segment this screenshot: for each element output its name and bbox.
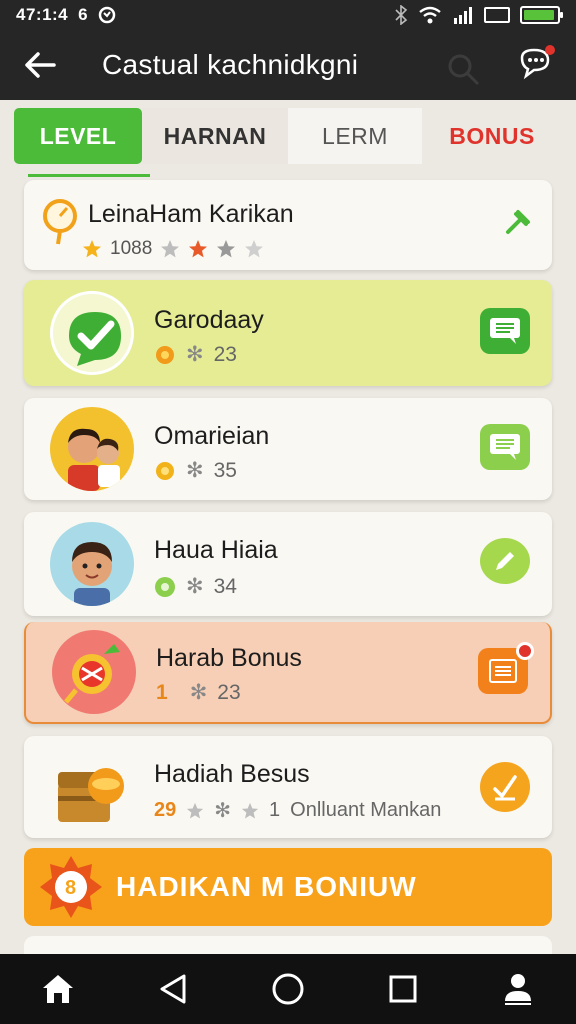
status-bar: 47:1:4 6 — [0, 0, 576, 30]
avatar-pair-icon — [50, 407, 134, 491]
app-bar: Castual kachnidkgni — [0, 30, 576, 100]
item-name: Garodaay — [154, 306, 264, 334]
item-name: Haua Hiaia — [154, 536, 278, 564]
star-icon — [189, 240, 208, 258]
header-card-score: 1088 — [110, 238, 153, 259]
item-count: 23 — [217, 680, 241, 704]
back-button[interactable] — [0, 30, 80, 100]
back-nav-button[interactable] — [143, 959, 203, 1019]
header-card[interactable]: LeinaHam Karikan 1088 — [24, 180, 552, 270]
star-icon — [83, 240, 101, 258]
gear-badge-icon — [156, 461, 174, 480]
sparkle-icon: ✻ — [189, 681, 208, 704]
home-nav-button[interactable] — [258, 959, 318, 1019]
home-circle-icon — [272, 973, 304, 1005]
profile-button[interactable] — [488, 959, 548, 1019]
home-icon — [42, 975, 73, 1003]
message-icon — [489, 659, 517, 683]
item-extra: Onlluant Mankan — [290, 799, 442, 821]
list-item[interactable]: Haua Hiaia ✻ 34 — [24, 512, 552, 616]
sparkle-icon: ✻ — [186, 343, 204, 366]
item-name: Hadiah Besus — [154, 760, 310, 788]
header-card-title: LeinaHam Karikan — [88, 200, 294, 228]
bonus-banner[interactable]: 8 HADIKAN M BONIUW — [24, 848, 552, 926]
status-extra: 6 — [78, 5, 88, 24]
notification-dot — [516, 642, 534, 660]
item-count: 35 — [213, 458, 237, 482]
back-arrow-icon — [25, 52, 56, 78]
list-item[interactable]: Hadiah Besus 29 ✻ 1 Onlluant Mankan — [24, 736, 552, 838]
chat-bubble-icon[interactable] — [516, 44, 556, 84]
sparkle-icon: ✻ — [186, 459, 204, 482]
active-tab-indicator — [28, 174, 150, 177]
banner-badge-number: 8 — [65, 877, 77, 899]
recents-button[interactable] — [373, 959, 433, 1019]
sparkle-icon: ✻ — [186, 575, 204, 598]
star-icon — [241, 802, 259, 819]
stopwatch-icon — [43, 199, 77, 245]
claim-button[interactable] — [480, 762, 530, 812]
message-button[interactable] — [478, 642, 534, 694]
star-icon — [187, 802, 204, 819]
search-icon[interactable] — [444, 50, 484, 90]
sun-badge-icon: 8 — [40, 856, 102, 918]
message-icon — [490, 434, 520, 460]
sparkle-icon: ✻ — [214, 800, 232, 822]
item-count: 1 — [269, 799, 281, 821]
back-triangle-icon — [160, 974, 186, 1004]
tab-bar: LEVEL HARNAN LERM BONUS — [14, 108, 562, 164]
item-prefix: 29 — [154, 799, 177, 821]
message-button[interactable] — [480, 308, 530, 354]
tab-level[interactable]: LEVEL — [14, 108, 142, 164]
pencil-icon — [496, 552, 514, 570]
window-icon — [484, 7, 510, 23]
signal-icon — [454, 7, 472, 24]
battery-icon — [520, 6, 563, 24]
tab-lerm[interactable]: LERM — [288, 108, 422, 164]
message-button[interactable] — [480, 424, 530, 470]
bluetooth-icon — [395, 5, 408, 25]
item-count: 34 — [213, 574, 237, 598]
banner-label: HADIKAN M BONIUW — [116, 871, 417, 902]
message-icon — [490, 318, 520, 344]
item-prefix: 1 — [156, 680, 168, 704]
star-icon — [245, 240, 264, 258]
item-count: 23 — [213, 342, 237, 366]
sword-check-icon — [493, 775, 517, 801]
avatar-boy-icon — [50, 522, 134, 606]
ring-badge-icon — [155, 576, 175, 597]
wifi-icon — [419, 6, 441, 24]
item-name: Harab Bonus — [156, 644, 302, 672]
candy-icon — [52, 630, 136, 714]
page-title: Castual kachnidkgni — [102, 49, 359, 80]
treasure-chest-icon — [50, 744, 134, 828]
tab-harnan[interactable]: HARNAN — [142, 108, 288, 164]
item-name: Omarieian — [154, 422, 270, 450]
star-icon — [217, 240, 236, 258]
profile-icon — [505, 974, 532, 1005]
status-time: 47:1:4 — [16, 5, 69, 24]
checkmark-chat-icon — [50, 291, 134, 375]
sync-icon — [98, 6, 115, 24]
list-item[interactable]: Garodaay ✻ 23 — [24, 280, 552, 386]
list-item[interactable]: Harab Bonus 1 ✻ 23 — [24, 622, 552, 724]
recents-square-icon — [389, 975, 417, 1003]
home-button[interactable] — [28, 959, 88, 1019]
edit-button[interactable] — [480, 538, 530, 584]
hammer-icon[interactable] — [504, 208, 532, 236]
navigation-bar — [0, 954, 576, 1024]
gear-badge-icon — [156, 345, 174, 364]
list-item[interactable]: Omarieian ✻ 35 — [24, 398, 552, 500]
tab-bonus[interactable]: BONUS — [422, 108, 562, 164]
star-icon — [161, 240, 180, 258]
